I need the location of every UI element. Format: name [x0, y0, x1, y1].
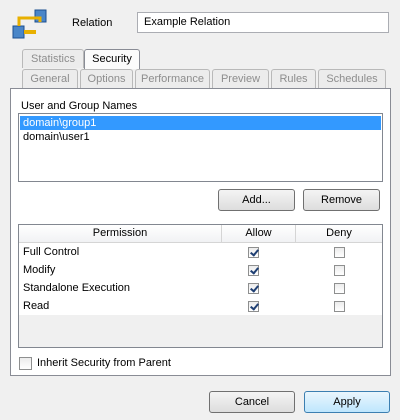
- tab-options[interactable]: Options: [80, 69, 133, 88]
- deny-checkbox[interactable]: [334, 265, 345, 276]
- relation-icon: [10, 8, 50, 42]
- tab-general[interactable]: General: [22, 69, 78, 88]
- relation-label: Relation: [72, 17, 113, 29]
- allow-checkbox[interactable]: [248, 247, 259, 258]
- column-header-deny: Deny: [326, 227, 352, 239]
- tab-security[interactable]: Security: [84, 49, 140, 69]
- tab-statistics[interactable]: Statistics: [22, 49, 84, 68]
- permissions-grid: Permission Allow Deny Full Control Modif…: [18, 224, 383, 348]
- inherit-label: Inherit Security from Parent: [37, 357, 171, 369]
- users-list-label: User and Group Names: [21, 100, 138, 112]
- inherit-checkbox[interactable]: [19, 357, 32, 370]
- table-row: Full Control: [19, 243, 382, 261]
- deny-checkbox[interactable]: [334, 283, 345, 294]
- tab-preview[interactable]: Preview: [212, 69, 269, 88]
- tab-rules[interactable]: Rules: [271, 69, 316, 88]
- cancel-button[interactable]: Cancel: [209, 391, 295, 413]
- grid-empty-area: [19, 315, 382, 347]
- table-row: Read: [19, 297, 382, 315]
- users-list[interactable]: domain\group1 domain\user1: [18, 113, 383, 182]
- remove-button[interactable]: Remove: [303, 189, 380, 211]
- permission-name: Standalone Execution: [23, 282, 131, 294]
- column-header-allow: Allow: [222, 225, 296, 242]
- permissions-header: Permission Allow Deny: [19, 225, 382, 243]
- table-row: Standalone Execution: [19, 279, 382, 297]
- add-button[interactable]: Add...: [218, 189, 295, 211]
- deny-checkbox[interactable]: [334, 301, 345, 312]
- tab-performance[interactable]: Performance: [135, 69, 210, 88]
- permission-name: Full Control: [23, 246, 80, 258]
- list-item[interactable]: domain\group1: [20, 116, 381, 130]
- allow-checkbox[interactable]: [248, 283, 259, 294]
- relation-name-field[interactable]: Example Relation: [137, 12, 389, 33]
- tab-schedules[interactable]: Schedules: [318, 69, 386, 88]
- allow-checkbox[interactable]: [248, 301, 259, 312]
- allow-checkbox[interactable]: [248, 265, 259, 276]
- permission-name: Read: [23, 300, 50, 312]
- permission-name: Modify: [23, 264, 56, 276]
- table-row: Modify: [19, 261, 382, 279]
- apply-button[interactable]: Apply: [304, 391, 390, 413]
- deny-checkbox[interactable]: [334, 247, 345, 258]
- list-item[interactable]: domain\user1: [20, 130, 381, 144]
- column-header-permission: Permission: [19, 225, 222, 242]
